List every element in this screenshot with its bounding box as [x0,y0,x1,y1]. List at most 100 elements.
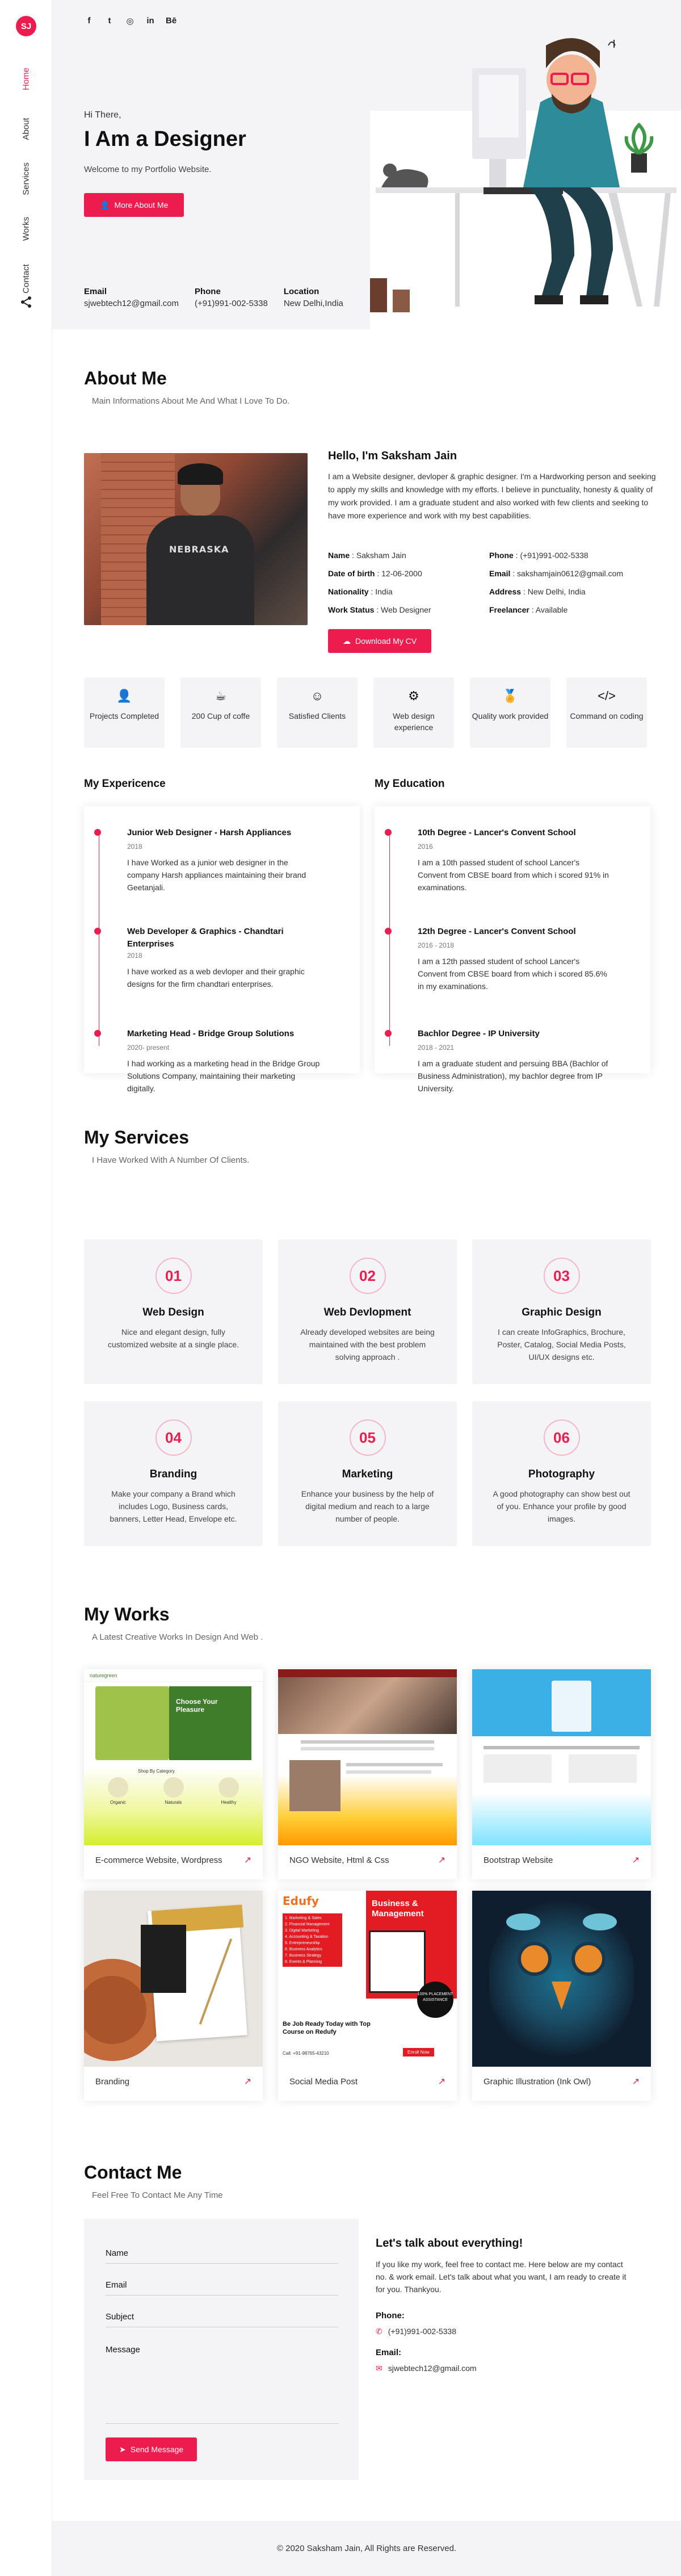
work-caption: Social Media Post [289,2077,358,2087]
external-link-icon[interactable]: ↗ [244,2076,251,2087]
thumb-list-item: 7. Business Strategy [285,1954,322,1958]
timeline-dot [94,829,101,836]
behance-icon[interactable]: Bē [166,16,176,26]
service-card: 05 Marketing Enhance your business by the … [278,1401,457,1546]
service-desc: I can create InfoGraphics, Brochure, Pos… [497,1327,626,1362]
service-desc: A good photography can show best out of … [493,1489,630,1523]
logo[interactable]: SJ [16,16,36,36]
nav-item-about[interactable]: About [0,104,52,154]
stat-text: Quality work provided [472,711,549,721]
timeline-dot [385,928,392,935]
stat-text: Satisfied Clients [288,711,346,721]
contact-heading: Let's talk about everything! [376,2237,523,2250]
stat-text: 200 Cup of coffe [191,711,250,721]
field-underline [106,2295,338,2296]
stats-row: 👤 Projects Completed ☕ 200 Cup of coffe ☺ S… [84,677,647,748]
facebook-icon[interactable]: f [84,16,94,26]
more-about-me-button[interactable]: 👤 More About Me [84,193,184,217]
email-field[interactable]: Email [106,2280,338,2290]
info-email: Email : sakshamjain0612@gmail.com [489,569,623,578]
email-text: sjwebtech12@gmail.com [388,2364,477,2373]
pi-label: Email [489,569,511,578]
thumb-phone: Call: +91-98765-43210 [283,2051,329,2056]
service-number: 05 [349,1419,386,1456]
pi-value: New Delhi, India [527,587,586,596]
work-caption: Bootstrap Website [484,1855,553,1865]
external-link-icon[interactable]: ↗ [632,2076,640,2087]
experience-card: Junior Web Designer - Harsh Appliances 2… [84,806,360,1093]
timeline-dot [385,1030,392,1037]
about-title: About Me [77,363,167,388]
service-card: 01 Web Design Nice and elegant design, ful… [84,1239,263,1384]
thumb-list-item: 3. Digital Marketing [285,1929,319,1933]
service-name: Branding [149,1468,197,1480]
instagram-icon[interactable]: ◎ [125,16,135,26]
hero-subtitle: Welcome to my Portfolio Website. [84,165,212,174]
timeline-date: 2018 - 2021 [418,1044,455,1052]
download-cv-button[interactable]: ☁ Download My CV [328,629,432,653]
social-links: f t ◎ in Bē [84,16,177,26]
contact-form: Name Email Subject Message ➤ Send Message [84,2219,359,2480]
services-subtitle: I Have Worked With A Number Of Clients. [92,1155,250,1165]
service-card: 03 Graphic Design I can create InfoGraphic… [472,1239,651,1384]
timeline-desc: I have Worked as a junior web designer i… [127,858,306,892]
nav-label: Home [21,67,31,91]
thumb-category: Organic [110,1800,126,1805]
pi-value: Available [535,605,568,614]
stat-text: Projects Completed [89,711,159,721]
work-card[interactable]: Bootstrap Website ↗ [472,1669,651,1879]
nav-item-home[interactable]: Home [0,54,52,104]
work-caption: NGO Website, Html & Css [289,1855,389,1865]
service-number: 01 [155,1258,192,1294]
work-card[interactable]: naturegreen Choose Your Pleasure Shop By… [84,1669,263,1879]
send-message-button[interactable]: ➤ Send Message [106,2437,197,2461]
external-link-icon[interactable]: ↗ [438,1854,445,1866]
email-value[interactable]: ✉ sjwebtech12@gmail.com [376,2364,477,2373]
nav-label: Contact [21,264,31,294]
message-field[interactable]: Message [106,2345,338,2355]
work-card[interactable]: Graphic Illustration (Ink Owl) ↗ [472,1891,651,2101]
name-field[interactable]: Name [106,2248,338,2258]
external-link-icon[interactable]: ↗ [632,1854,640,1866]
external-link-icon[interactable]: ↗ [244,1854,251,1866]
gear-icon: ⚙ [408,689,419,703]
linkedin-icon[interactable]: in [145,16,155,26]
nav-label: Works [21,216,31,241]
thumb-list-item: 6. Business Analytics [285,1947,322,1951]
nav-item-works[interactable]: Works [0,204,52,254]
share-icon[interactable] [19,295,33,309]
work-card[interactable]: Branding ↗ [84,1891,263,2101]
thumb-button: Enroll Now [403,2048,434,2056]
info-phone: Phone : (+91)991-002-5338 [489,551,588,560]
phone-icon: ✆ [376,2327,382,2336]
paper-plane-icon: ➤ [119,2444,126,2454]
pi-label: Date of birth [328,569,375,578]
service-name: Graphic Design [522,1306,602,1318]
about-hello: Hello, I'm Saksham Jain [328,450,457,462]
pi-label: Nationality [328,587,369,596]
work-caption: Branding [95,2077,130,2087]
service-number: 03 [543,1258,580,1294]
thumb-list-item: 5. Entrepreneurship [285,1941,320,1945]
nav-label: About [21,118,31,140]
timeline-desc: I am a 12th passed student of school Lan… [418,957,607,991]
work-card[interactable]: Edufy Business & Management 1. Marketing… [278,1891,457,2101]
medal-icon: 🏅 [502,689,518,703]
works-title: My Works [77,1599,170,1624]
hero-info: Email sjwebtech12@gmail.com Phone (+91)991… [84,287,343,308]
thumb-badge: 100% PLACEMENT ASSISTANCE [417,1982,453,2018]
service-number: 06 [543,1419,580,1456]
twitter-icon[interactable]: t [104,16,115,26]
work-thumbnail [472,1891,651,2067]
nav-item-services[interactable]: Services [0,154,52,204]
thumb-heading: Choose Your Pleasure [176,1698,218,1714]
service-card: 02 Web Devlopment Already developed websit… [278,1239,457,1384]
phone-value[interactable]: ✆ (+91)991-002-5338 [376,2327,456,2336]
external-link-icon[interactable]: ↗ [438,2076,445,2087]
timeline-date: 2018 [127,843,142,851]
timeline-dot [94,928,101,935]
thumb-logo: naturegreen [84,1669,263,1682]
work-card[interactable]: NGO Website, Html & Css ↗ [278,1669,457,1879]
work-caption: E-commerce Website, Wordpress [95,1855,222,1865]
subject-field[interactable]: Subject [106,2312,338,2322]
